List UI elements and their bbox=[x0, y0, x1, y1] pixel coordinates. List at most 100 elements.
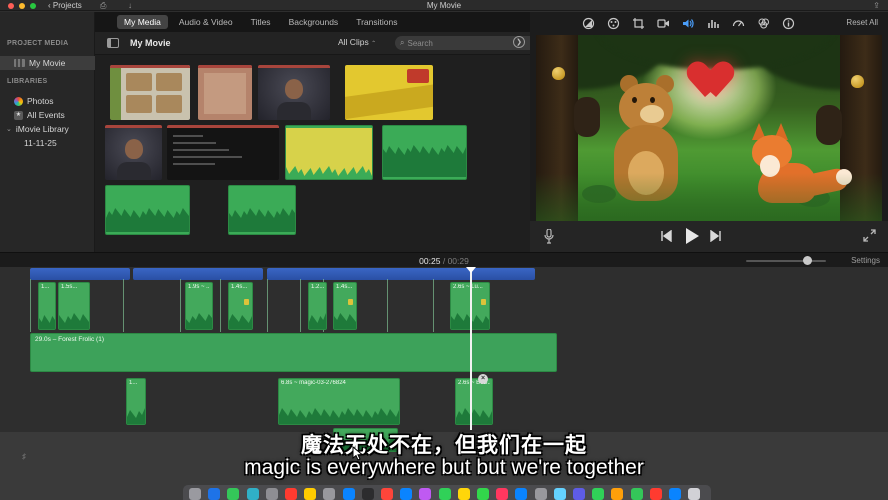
dock-app-icon[interactable] bbox=[496, 488, 508, 500]
media-thumbnail-audio-spikes[interactable] bbox=[382, 125, 467, 180]
clip-filter-icon[interactable] bbox=[757, 17, 770, 30]
dock-app-icon[interactable] bbox=[669, 488, 681, 500]
browser-header: My Movie All Clips ⌃ ⌕ Search ❯ bbox=[95, 32, 530, 55]
dock-app-icon[interactable] bbox=[381, 488, 393, 500]
macos-dock[interactable] bbox=[183, 485, 711, 500]
dock-app-icon[interactable] bbox=[247, 488, 259, 500]
dock-app-icon[interactable] bbox=[650, 488, 662, 500]
updown-chevron-icon: ⌃ bbox=[371, 41, 376, 47]
previous-frame-icon[interactable] bbox=[660, 230, 672, 242]
dock-app-icon[interactable] bbox=[631, 488, 643, 500]
sound-effect-clip[interactable]: 1.5s... bbox=[58, 282, 90, 330]
play-button[interactable] bbox=[685, 228, 699, 244]
subtitle-line-english: magic is everywhere but but we're togeth… bbox=[0, 456, 888, 480]
audio-clip[interactable]: 2.6s ~ BeB...× bbox=[455, 378, 493, 425]
all-clips-dropdown[interactable]: All Clips ⌃ bbox=[338, 37, 376, 47]
media-thumbnail-audio-decay[interactable] bbox=[228, 185, 296, 235]
remove-effect-badge[interactable]: × bbox=[478, 374, 488, 384]
media-thumbnail-document[interactable] bbox=[198, 65, 252, 120]
media-thumbnail-person[interactable] bbox=[105, 125, 162, 180]
project-media-header: PROJECT MEDIA bbox=[7, 40, 68, 47]
dock-app-icon[interactable] bbox=[400, 488, 412, 500]
info-icon[interactable] bbox=[782, 17, 795, 30]
dock-app-icon[interactable] bbox=[285, 488, 297, 500]
sound-effect-clip[interactable]: 1.9s ~ ... bbox=[185, 282, 213, 330]
clip-connection-stem bbox=[220, 279, 221, 332]
sound-effect-clip[interactable]: 1.4s... bbox=[228, 282, 253, 330]
clip-appearance-icon[interactable]: ❯ bbox=[513, 36, 525, 48]
clip-connection-stem bbox=[433, 279, 434, 332]
sidebar-item-all-events[interactable]: ★ All Events bbox=[0, 108, 95, 122]
title-clip[interactable] bbox=[267, 268, 535, 280]
tab-transitions[interactable]: Transitions bbox=[349, 15, 404, 29]
playhead[interactable] bbox=[470, 267, 472, 430]
sound-effect-clip[interactable]: 1.2... bbox=[308, 282, 327, 330]
dock-app-icon[interactable] bbox=[343, 488, 355, 500]
dock-app-icon[interactable] bbox=[189, 488, 201, 500]
dock-app-icon[interactable] bbox=[266, 488, 278, 500]
timeline-toolbar: 00:25 / 00:29 Settings bbox=[0, 252, 888, 267]
tab-audio-video[interactable]: Audio & Video bbox=[172, 15, 240, 29]
noise-reduction-icon[interactable] bbox=[707, 17, 720, 30]
media-tabs: My Media Audio & Video Titles BackgroundsTr… bbox=[95, 12, 530, 32]
mouse-cursor bbox=[352, 446, 363, 461]
media-thumbnail-promo[interactable] bbox=[345, 65, 433, 120]
background-music-clip[interactable]: 29.0s – Forest Frolic (1) bbox=[30, 333, 557, 372]
media-thumbnail-code[interactable] bbox=[167, 125, 279, 180]
settings-button[interactable]: Settings bbox=[851, 256, 880, 265]
viewer-pane: Reset All bbox=[530, 12, 888, 252]
dock-app-icon[interactable] bbox=[208, 488, 220, 500]
clip-connection-stem bbox=[30, 279, 31, 332]
dock-app-icon[interactable] bbox=[535, 488, 547, 500]
chevron-down-icon[interactable]: ⌄ bbox=[6, 125, 12, 133]
dock-app-icon[interactable] bbox=[323, 488, 335, 500]
dock-app-icon[interactable] bbox=[362, 488, 374, 500]
voiceover-mic-icon[interactable] bbox=[544, 229, 554, 244]
stabilization-icon[interactable] bbox=[657, 17, 670, 30]
media-thumbnail-audio-dense[interactable] bbox=[105, 185, 190, 235]
speed-icon[interactable] bbox=[732, 17, 745, 30]
tab-titles[interactable]: Titles bbox=[244, 15, 278, 29]
dock-app-icon[interactable] bbox=[592, 488, 604, 500]
tab-backgrounds[interactable]: Backgrounds bbox=[282, 15, 346, 29]
media-thumbnail-webpage[interactable] bbox=[110, 65, 190, 120]
title-clip[interactable] bbox=[30, 268, 130, 280]
dock-app-icon[interactable] bbox=[419, 488, 431, 500]
media-thumbnail-person[interactable] bbox=[258, 65, 330, 120]
media-thumbnail-audio-yellow[interactable] bbox=[285, 125, 373, 180]
volume-icon[interactable] bbox=[682, 17, 695, 30]
sidebar-toggle-icon[interactable] bbox=[107, 38, 119, 48]
dock-app-icon[interactable] bbox=[611, 488, 623, 500]
clip-connection-stem bbox=[267, 279, 268, 332]
share-icon[interactable]: ⇪ bbox=[873, 1, 880, 10]
dock-app-icon[interactable] bbox=[227, 488, 239, 500]
crop-icon[interactable] bbox=[632, 17, 645, 30]
dock-app-icon[interactable] bbox=[458, 488, 470, 500]
sound-effect-clip[interactable]: 1.4s... bbox=[333, 282, 357, 330]
audio-clip[interactable]: 1... bbox=[126, 378, 146, 425]
title-clip[interactable] bbox=[133, 268, 263, 280]
sidebar-item-my-movie[interactable]: My Movie bbox=[0, 56, 95, 70]
color-correction-icon[interactable] bbox=[607, 17, 620, 30]
dock-app-icon[interactable] bbox=[477, 488, 489, 500]
timeline-zoom-slider-thumb[interactable] bbox=[803, 256, 812, 265]
tab-my-media[interactable]: My Media bbox=[117, 15, 168, 29]
clip-connection-stem bbox=[123, 279, 124, 332]
dock-app-icon[interactable] bbox=[554, 488, 566, 500]
audio-clip[interactable]: 6.8s ~ magic-03-276824 bbox=[278, 378, 400, 425]
browser-title: My Movie bbox=[130, 38, 171, 48]
dock-app-icon[interactable] bbox=[304, 488, 316, 500]
dock-app-icon[interactable] bbox=[688, 488, 700, 500]
sidebar-item-photos[interactable]: Photos bbox=[0, 94, 95, 108]
fullscreen-icon[interactable] bbox=[863, 229, 876, 242]
dock-app-icon[interactable] bbox=[439, 488, 451, 500]
sidebar-item-event-date[interactable]: 11-11-25 bbox=[0, 136, 95, 150]
sidebar-item-imovie-library[interactable]: ⌄ iMovie Library bbox=[0, 122, 95, 136]
next-frame-icon[interactable] bbox=[710, 230, 722, 242]
reset-all-button[interactable]: Reset All bbox=[846, 18, 878, 27]
dock-app-icon[interactable] bbox=[515, 488, 527, 500]
sound-effect-clip[interactable]: 1... bbox=[38, 282, 56, 330]
timeline-zoom-slider[interactable] bbox=[746, 260, 826, 262]
color-balance-icon[interactable] bbox=[582, 17, 595, 30]
dock-app-icon[interactable] bbox=[573, 488, 585, 500]
